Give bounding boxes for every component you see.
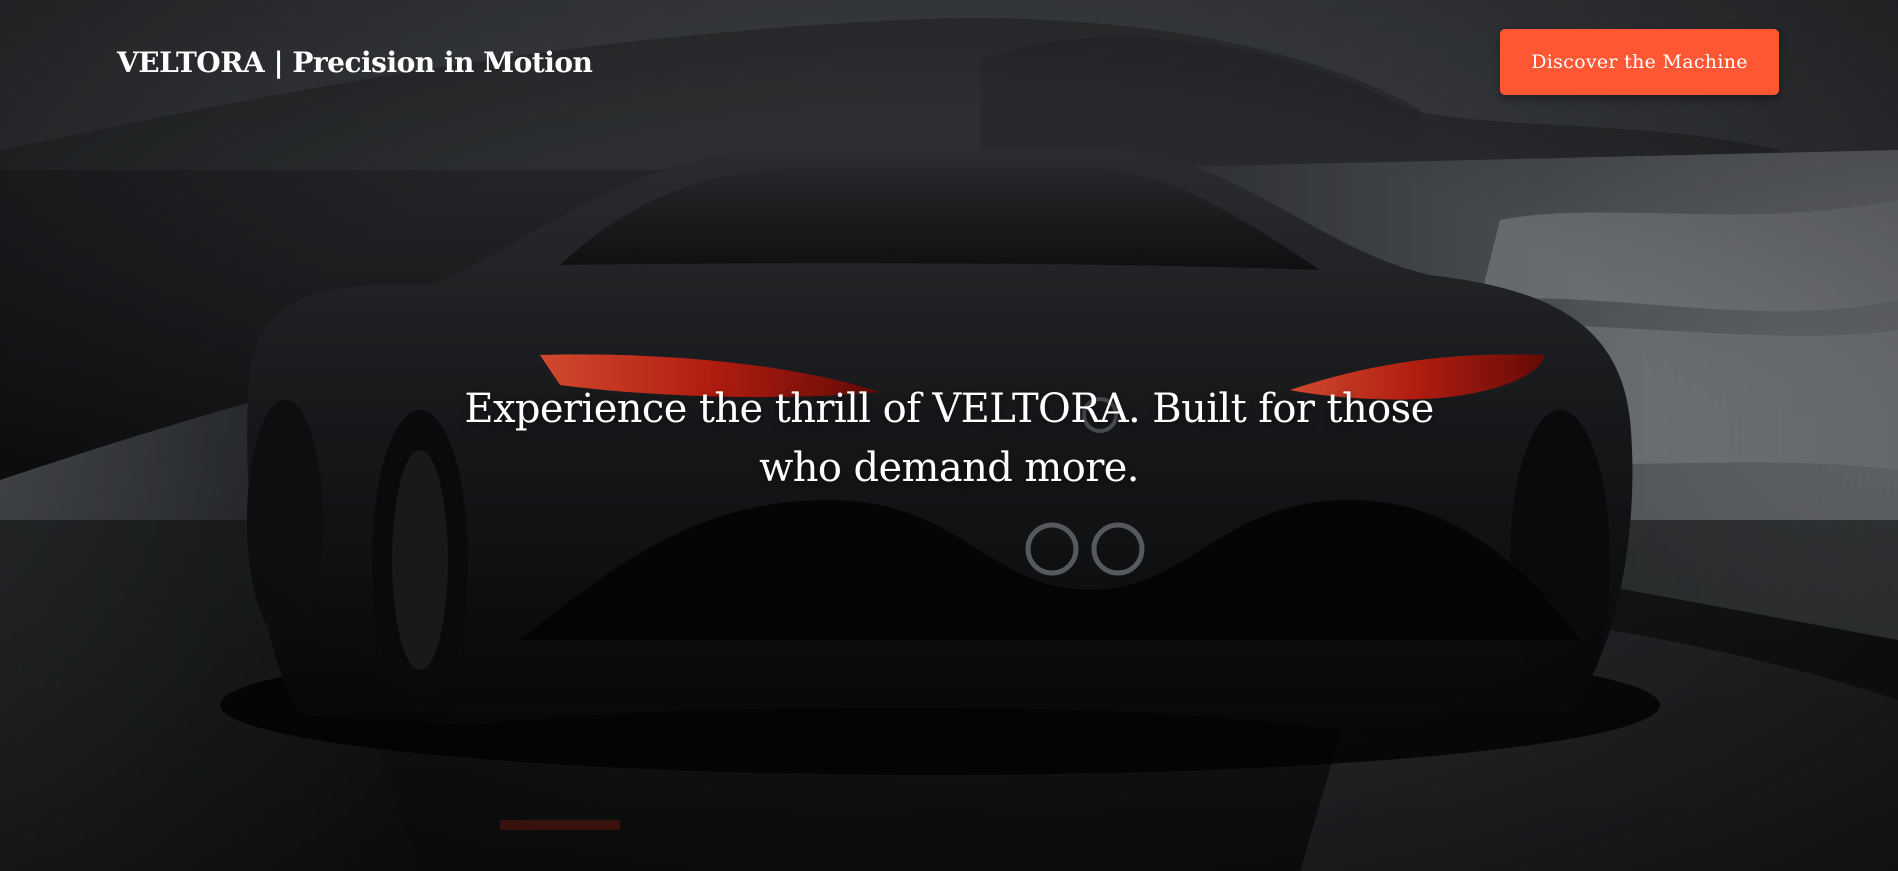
discover-machine-button[interactable]: Discover the Machine [1500,29,1779,95]
hero-tagline: Experience the thrill of VELTORA. Built … [464,386,1434,491]
hero-section: VELTORA | Precision in Motion Discover t… [0,0,1898,871]
brand-logo-text[interactable]: VELTORA | Precision in Motion [117,40,593,86]
